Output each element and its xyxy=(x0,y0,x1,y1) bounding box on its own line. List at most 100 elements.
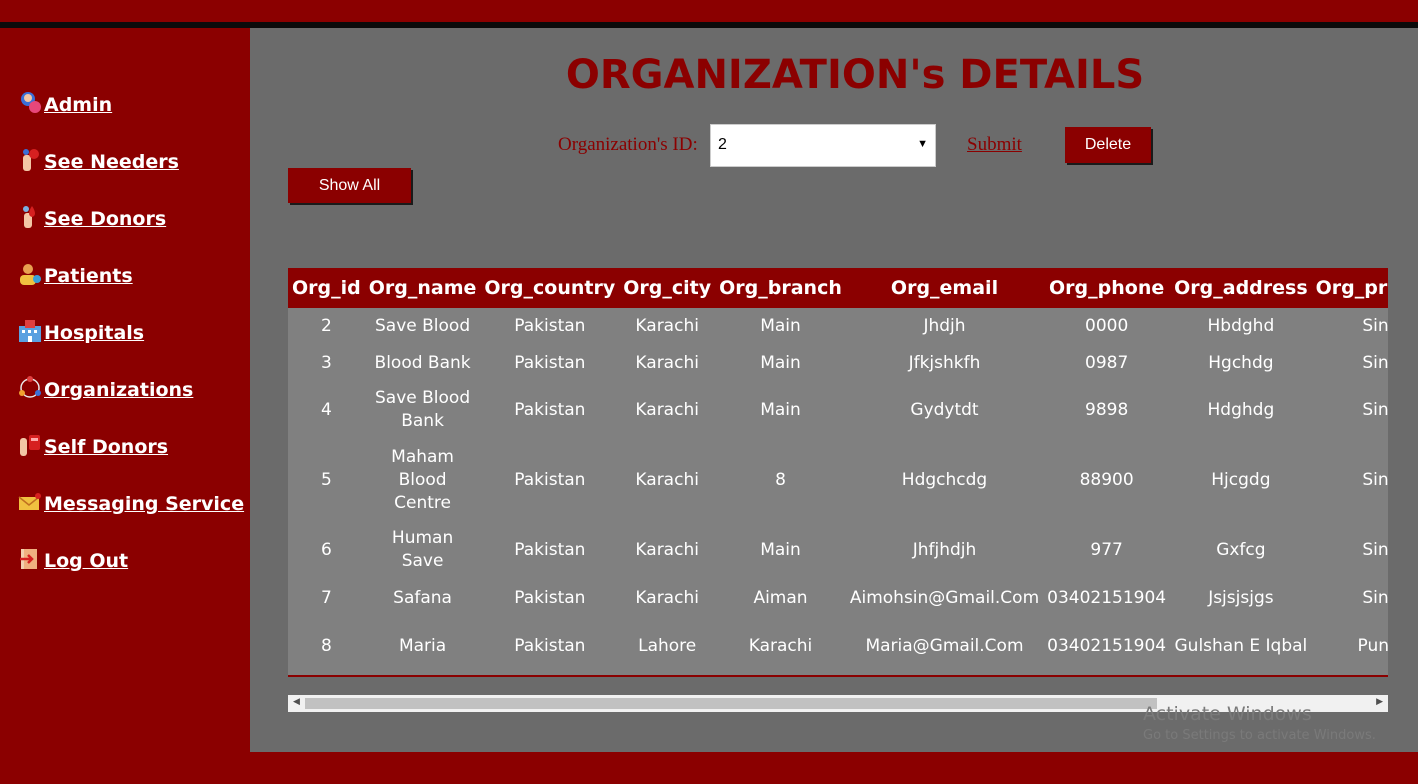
table-cell: Maria@Gmail.Com xyxy=(865,635,1024,656)
scrollbar-thumb[interactable] xyxy=(305,698,1157,709)
scroll-left-icon[interactable]: ◀ xyxy=(293,697,300,707)
table-row: 6 Human Save Pakistan Karachi Main Jhfjh… xyxy=(288,521,1388,579)
table-cell: Hbdghd xyxy=(1207,316,1275,336)
table-cell: Karachi xyxy=(635,399,699,420)
table-cell: Hjcgdg xyxy=(1211,469,1271,490)
table-cell: Pakistan xyxy=(514,635,586,656)
table-cell: Maham Blood Centre xyxy=(391,446,454,513)
table-cell: Sindh xyxy=(1362,469,1388,490)
organizations-table: Org_id Org_name Org_country Org_city Org… xyxy=(288,268,1388,675)
organization-id-label: Organization's ID: xyxy=(558,134,698,155)
table-cell: Sindh xyxy=(1362,352,1388,373)
organization-id-select[interactable]: 2 ▼ xyxy=(710,124,936,167)
sidebar-item-see-needers[interactable]: See Needers xyxy=(18,147,179,173)
table-cell: Hdghdg xyxy=(1207,399,1275,420)
table-cell: Sindh xyxy=(1362,399,1388,420)
table-cell: Sindh xyxy=(1362,539,1388,560)
table-cell: Human Save xyxy=(391,528,454,571)
hospital-icon xyxy=(18,318,42,344)
sidebar xyxy=(0,28,250,784)
table-cell: Main xyxy=(760,539,801,560)
table-cell: Karachi xyxy=(635,587,699,608)
table-row: 4 Save Blood Bank Pakistan Karachi Main … xyxy=(288,381,1388,439)
sidebar-item-label: See Donors xyxy=(44,208,167,230)
sidebar-item-label: Patients xyxy=(44,265,133,287)
table-cell: Gulshan E Iqbal xyxy=(1174,635,1308,656)
table-cell: 9898 xyxy=(1085,399,1129,420)
table-cell: Jhdjh xyxy=(923,316,966,336)
table-cell: 977 xyxy=(1090,539,1123,560)
table-cell: 0000 xyxy=(1085,316,1129,336)
column-header: Org_phone xyxy=(1043,268,1171,308)
table-header-row: Org_id Org_name Org_country Org_city Org… xyxy=(288,268,1388,308)
sidebar-item-organizations[interactable]: Organizations xyxy=(18,375,193,401)
table-cell: 4 xyxy=(320,399,332,420)
table-cell: Save Blood Bank xyxy=(375,388,471,431)
table-cell: Jhfjhdjh xyxy=(912,539,977,560)
sidebar-item-label: Log Out xyxy=(44,550,129,572)
admin-icon xyxy=(18,90,42,116)
table-cell: Jsjsjsjgs xyxy=(1208,587,1274,608)
column-header: Org_branch xyxy=(715,268,846,308)
table-cell: Sindh xyxy=(1362,316,1388,336)
column-header: Org_country xyxy=(480,268,620,308)
table-bottom-border xyxy=(288,675,1388,677)
table-cell: Karachi xyxy=(635,316,699,336)
table-row: 8 Maria Pakistan Lahore Karachi Maria@Gm… xyxy=(288,617,1388,675)
table-cell: Karachi xyxy=(635,469,699,490)
column-header: Org_province xyxy=(1311,268,1388,308)
sidebar-item-self-donors[interactable]: Self Donors xyxy=(18,432,168,458)
table-cell: Pakistan xyxy=(514,587,586,608)
table-cell: 03402151904 xyxy=(1047,635,1167,656)
table-cell: 88900 xyxy=(1079,469,1134,490)
sidebar-item-messaging-service[interactable]: Messaging Service xyxy=(18,489,244,515)
patients-icon xyxy=(18,261,42,287)
table-cell: Hgchdg xyxy=(1208,352,1274,373)
column-header: Org_id xyxy=(288,268,365,308)
table-cell: Pakistan xyxy=(514,539,586,560)
column-header: Org_email xyxy=(845,268,1044,308)
table-cell: Pakistan xyxy=(514,316,586,336)
sidebar-item-patients[interactable]: Patients xyxy=(18,261,133,287)
organizations-table-container: Org_id Org_name Org_country Org_city Org… xyxy=(288,268,1388,676)
scroll-right-icon[interactable]: ▶ xyxy=(1376,697,1383,707)
table-row: 5 Maham Blood Centre Pakistan Karachi 8 … xyxy=(288,439,1388,521)
delete-button[interactable]: Delete xyxy=(1065,127,1151,163)
table-cell: Aimohsin@Gmail.Com xyxy=(849,587,1040,608)
table-cell: Gydytdt xyxy=(910,399,979,420)
sidebar-item-hospitals[interactable]: Hospitals xyxy=(18,318,144,344)
sidebar-item-see-donors[interactable]: See Donors xyxy=(18,204,166,230)
table-cell: Main xyxy=(760,316,801,336)
table-cell: 5 xyxy=(320,469,332,490)
table-cell: 8 xyxy=(775,469,786,490)
sidebar-item-label: See Needers xyxy=(44,151,179,173)
dropdown-arrow-icon: ▼ xyxy=(917,138,928,150)
table-cell: 03402151904 xyxy=(1047,587,1167,608)
top-bar xyxy=(0,0,1418,22)
sidebar-item-label: Organizations xyxy=(44,379,194,401)
activate-windows-watermark: Activate Windows xyxy=(1143,703,1312,725)
activate-windows-hint: Go to Settings to activate Windows. xyxy=(1143,728,1376,743)
table-cell: 0987 xyxy=(1085,352,1129,373)
organization-icon xyxy=(18,375,42,401)
needers-icon xyxy=(18,147,42,173)
table-cell: Gxfcg xyxy=(1216,539,1266,560)
select-value: 2 xyxy=(718,136,727,153)
table-row: 2 Save Blood Pakistan Karachi Main Jhdjh… xyxy=(288,308,1388,345)
blood-bag-icon xyxy=(18,432,42,458)
logout-icon xyxy=(18,546,42,572)
table-cell: Save Blood xyxy=(375,316,471,336)
table-cell: Punjab xyxy=(1357,635,1388,656)
table-cell: 2 xyxy=(320,316,332,336)
sidebar-item-admin[interactable]: Admin xyxy=(18,90,112,116)
show-all-button[interactable]: Show All xyxy=(288,168,411,203)
table-cell: Main xyxy=(760,352,801,373)
sidebar-item-log-out[interactable]: Log Out xyxy=(18,546,128,572)
table-cell: 7 xyxy=(320,587,332,608)
mail-icon xyxy=(18,489,42,515)
donors-icon xyxy=(18,204,42,230)
table-cell: Blood Bank xyxy=(374,352,471,373)
table-cell: 6 xyxy=(320,539,332,560)
submit-link[interactable]: Submit xyxy=(967,134,1022,156)
table-cell: Pakistan xyxy=(514,399,586,420)
